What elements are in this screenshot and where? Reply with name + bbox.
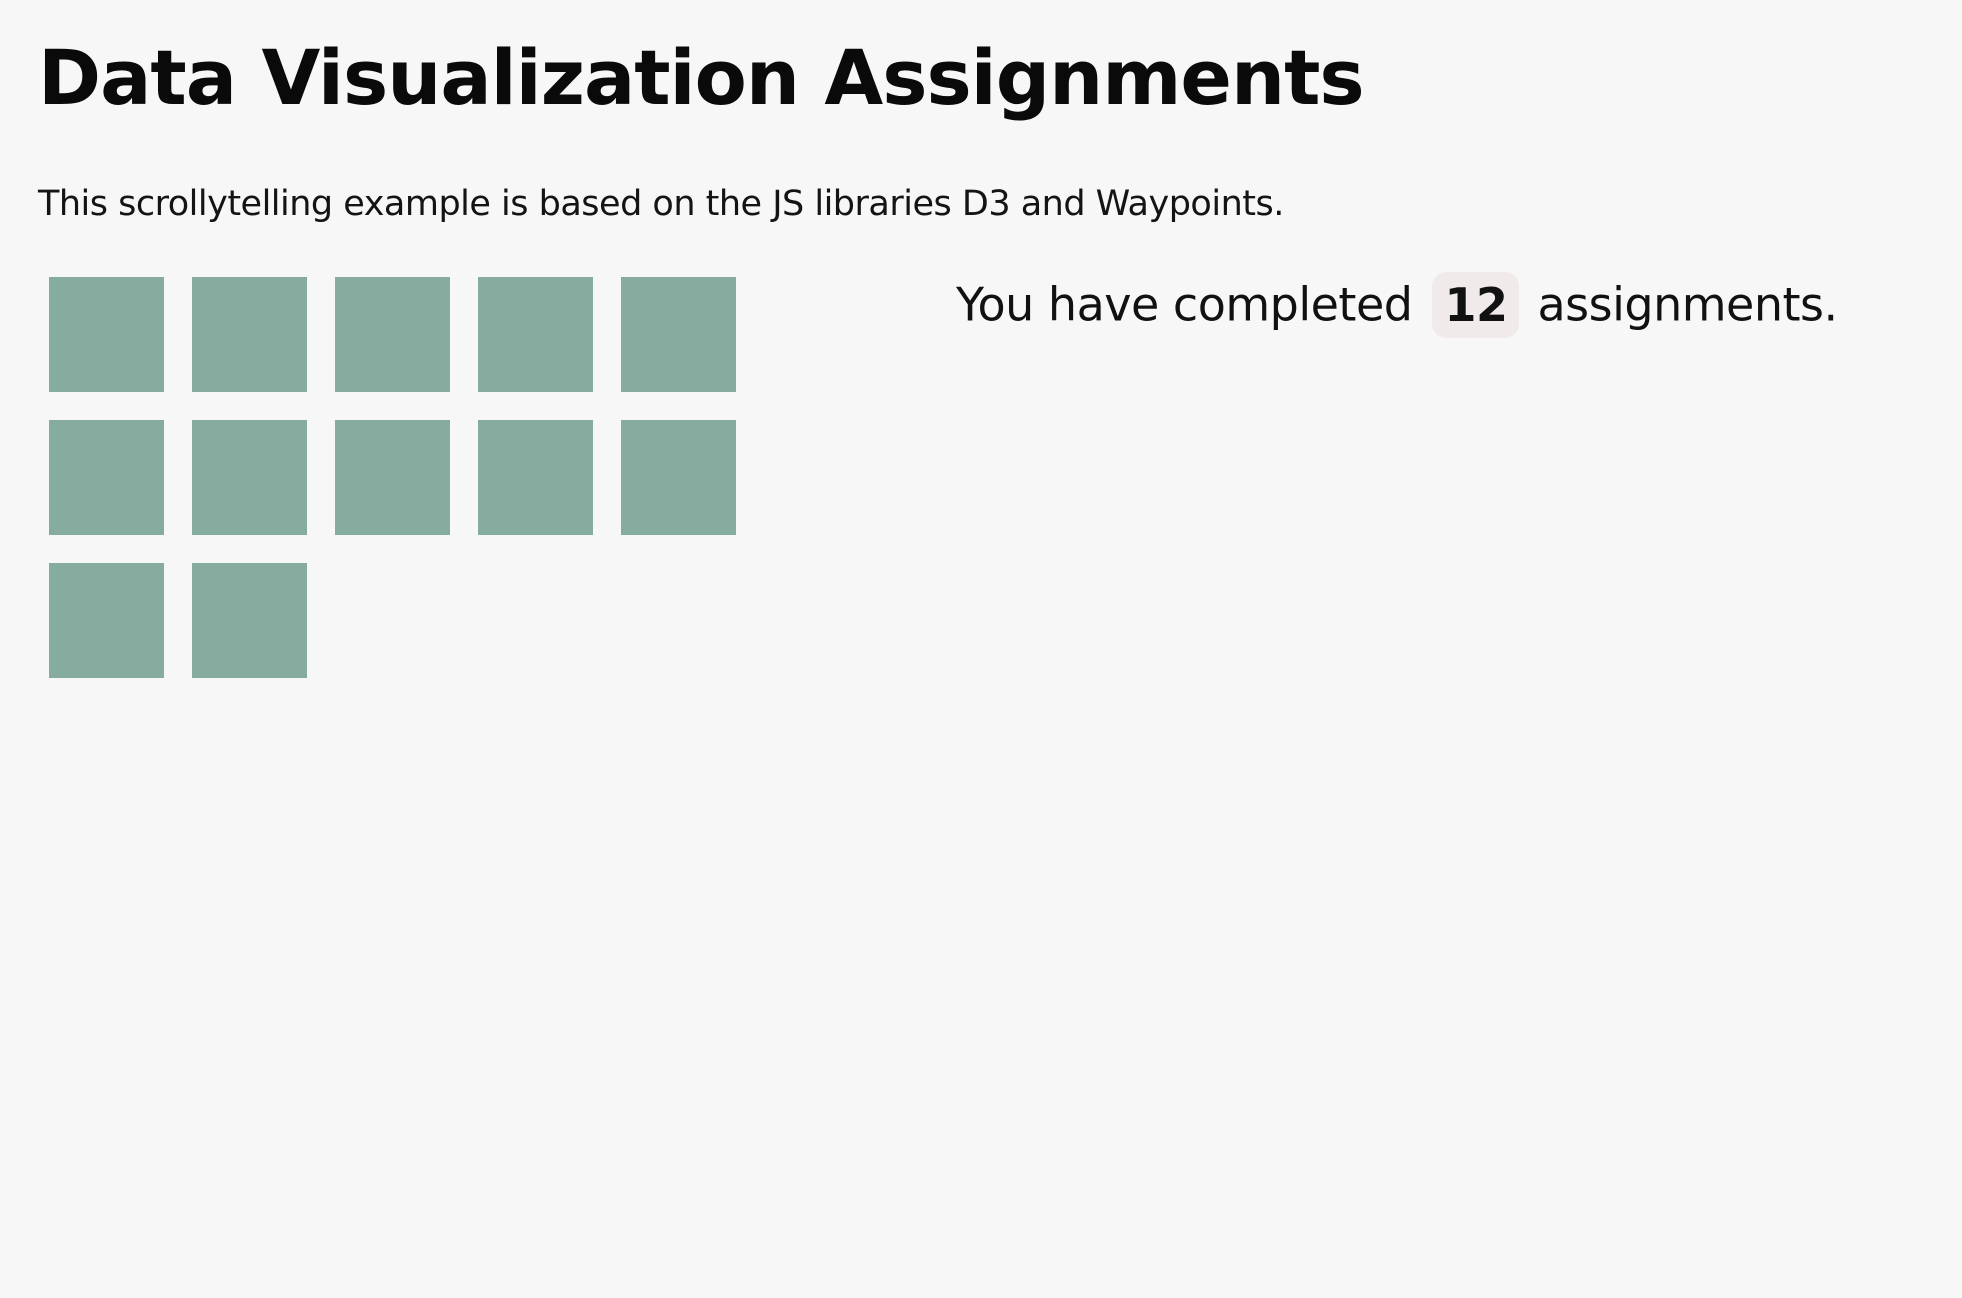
assignment-square [621,277,736,392]
assignment-square [49,420,164,535]
completion-message: You have completed 12 assignments. [956,266,1838,340]
assignment-square [192,420,307,535]
completion-prefix: You have completed [956,277,1413,332]
assignment-square [335,420,450,535]
completion-suffix: assignments. [1537,277,1838,332]
page-title: Data Visualization Assignments [38,33,1365,122]
assignment-square [49,277,164,392]
assignment-square [192,563,307,678]
assignment-square [49,563,164,678]
assignment-grid [49,277,749,697]
assignment-square [335,277,450,392]
page: Data Visualization Assignments This scro… [0,0,1962,1298]
completion-count-badge: 12 [1432,271,1520,338]
assignment-square [478,420,593,535]
page-subtitle: This scrollytelling example is based on … [38,184,1284,224]
assignment-square [478,277,593,392]
assignment-square [621,420,736,535]
assignment-square [192,277,307,392]
